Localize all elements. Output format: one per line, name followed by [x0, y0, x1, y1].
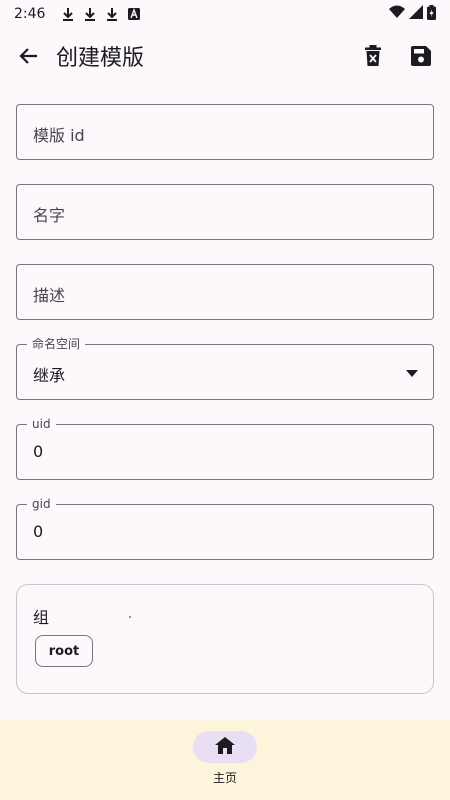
save-icon[interactable] [408, 43, 434, 69]
uid-field[interactable]: uid 0 [16, 416, 434, 480]
delete-icon[interactable] [360, 43, 386, 69]
group-title: 组 [33, 608, 50, 627]
divider-dot [129, 616, 131, 618]
uid-label: uid [27, 416, 56, 432]
download-icon [101, 7, 123, 21]
back-arrow-icon[interactable] [14, 42, 42, 70]
description-field[interactable]: 描述 [16, 264, 434, 320]
wifi-icon [389, 5, 405, 23]
nav-home-label: 主页 [212, 771, 237, 785]
name-placeholder: 名字 [33, 206, 66, 225]
group-chip-root[interactable]: root [35, 635, 93, 667]
bottom-navigation: 主页 [0, 720, 450, 800]
namespace-dropdown[interactable]: 命名空间 继承 [16, 336, 434, 400]
status-bar: 2:46 [0, 0, 450, 28]
gid-label: gid [27, 496, 56, 512]
page-title: 创建模版 [56, 46, 145, 71]
name-field[interactable]: 名字 [16, 184, 434, 240]
top-app-bar: 创建模版 [0, 28, 450, 84]
gid-field[interactable]: gid 0 [16, 496, 434, 560]
battery-icon [427, 4, 436, 24]
status-time: 2:46 [14, 6, 46, 22]
home-icon [215, 736, 235, 758]
app-notification-icon [123, 8, 145, 20]
dropdown-arrow-icon [405, 367, 419, 379]
namespace-value: 继承 [33, 366, 66, 385]
signal-icon [409, 5, 423, 23]
uid-value: 0 [33, 442, 44, 461]
template-id-field[interactable]: 模版 id [16, 104, 434, 160]
namespace-label: 命名空间 [27, 336, 86, 352]
download-icon [57, 7, 79, 21]
download-icon [79, 7, 101, 21]
group-card: 组 root [16, 584, 434, 694]
description-placeholder: 描述 [33, 286, 66, 305]
gid-value: 0 [33, 522, 44, 541]
nav-item-home[interactable] [193, 731, 257, 763]
template-id-placeholder: 模版 id [33, 126, 85, 145]
